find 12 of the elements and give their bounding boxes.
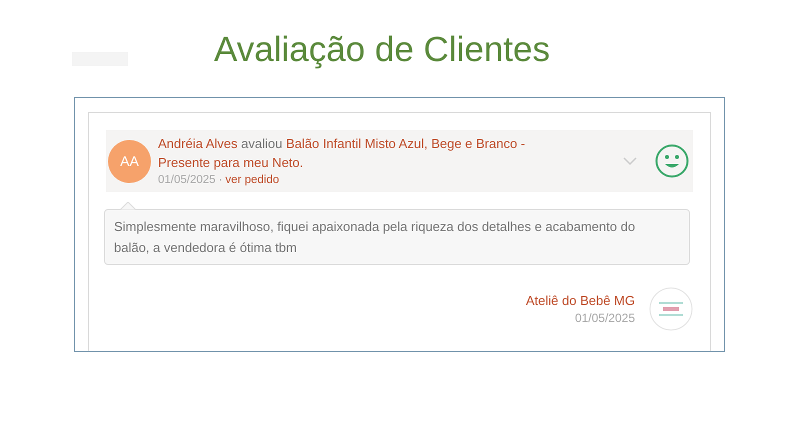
chevron-icon[interactable]: [623, 156, 637, 166]
reply-date: 01/05/2025: [574, 310, 635, 326]
seller-name: Ateliê do Bebê MG: [526, 292, 635, 310]
order-link[interactable]: ver pedido: [225, 172, 280, 188]
seller-logo-icon: [649, 287, 693, 331]
separator: ·: [218, 173, 222, 188]
review-summary: Andréia Alves avaliou Balão Infantil Misto Azul, Bege e Branco - Presente para meu Neto.: [158, 135, 526, 172]
comment-text: Simplesmente maravilhoso, fiquei apaixonada pela riqueza dos detalhes e acabamento do balão, a vendedora é ótima tbm: [114, 218, 636, 257]
smiley-icon: [655, 144, 689, 178]
page-title: Avaliação de Clientes: [214, 29, 550, 71]
avatar: AA: [108, 140, 151, 182]
review-date: 01/05/2025: [158, 173, 216, 188]
